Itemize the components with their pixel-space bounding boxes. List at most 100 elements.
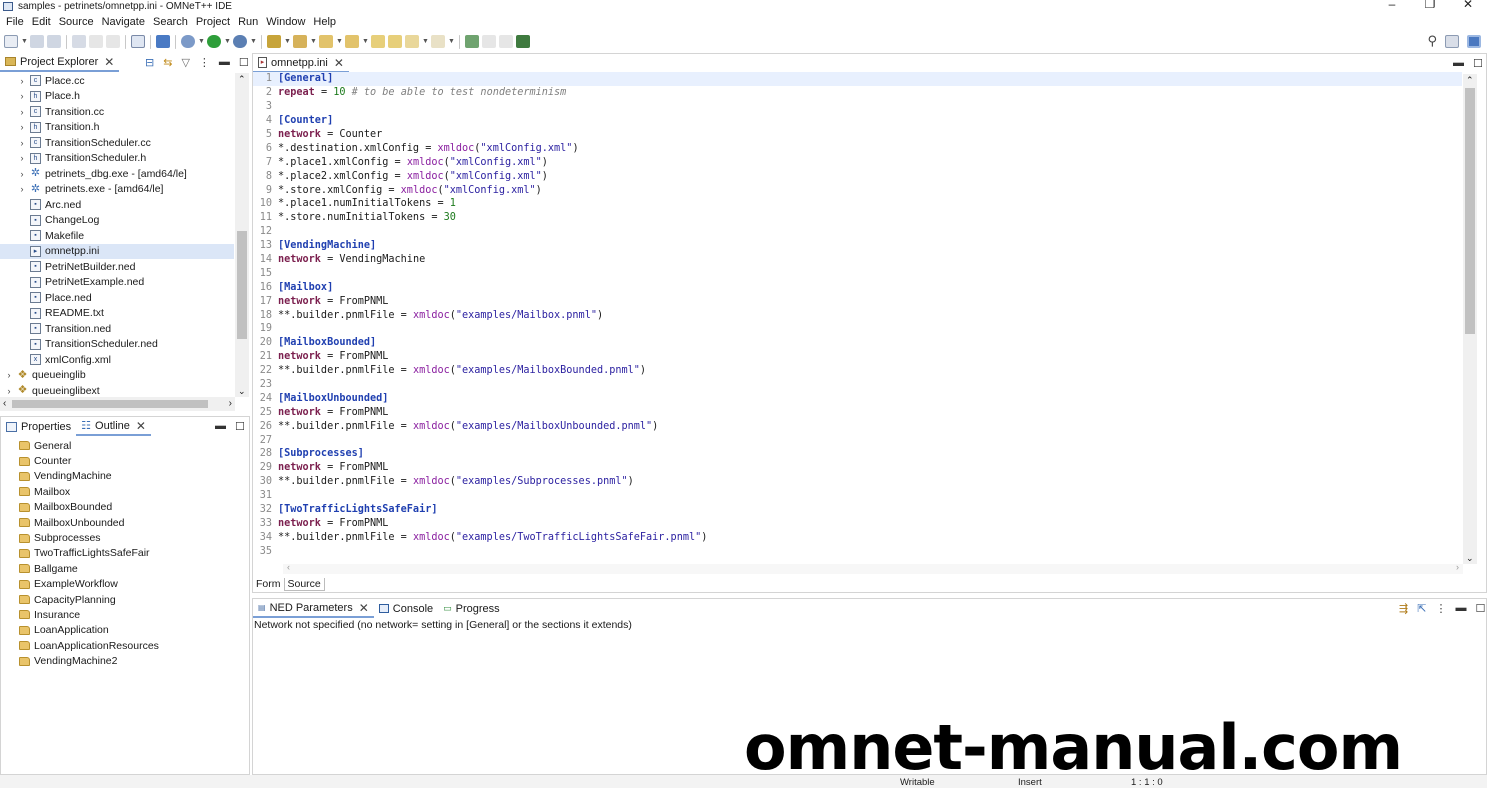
minimize-view-icon[interactable]: ▬	[1455, 602, 1466, 615]
next-annotation-icon[interactable]	[319, 35, 333, 48]
scrollbar-thumb[interactable]	[237, 231, 247, 339]
chevron-left-icon[interactable]: ‹	[287, 562, 290, 572]
tree-item[interactable]: ▪ Arc.ned	[0, 197, 234, 213]
minimize-view-icon[interactable]: ▬	[1453, 57, 1464, 70]
chevron-right-icon[interactable]: ›	[229, 398, 232, 409]
code-line[interactable]: 25 network = FromPNML	[253, 405, 1462, 419]
scrollbar-thumb[interactable]	[1465, 88, 1475, 334]
link-editor-icon[interactable]: ⇆	[163, 56, 172, 69]
code-line[interactable]: 34 **.builder.pnmlFile = xmldoc("examples…	[253, 530, 1462, 544]
code-line[interactable]: 8 *.place2.xmlConfig = xmldoc("xmlConfig.…	[253, 169, 1462, 183]
chevron-down-icon[interactable]: ▼	[448, 35, 455, 48]
restore-button[interactable]: ❐	[1411, 0, 1449, 11]
collapse-all-icon[interactable]: ⊟	[145, 56, 154, 69]
pen-icon[interactable]	[267, 35, 281, 48]
debug-icon[interactable]	[181, 35, 195, 48]
outline-item[interactable]: Ballgame	[1, 561, 249, 576]
print-icon[interactable]	[72, 35, 86, 48]
search-icon[interactable]: ⚲	[1427, 33, 1437, 49]
outline-item[interactable]: Mailbox	[1, 484, 249, 499]
tree-item[interactable]: › ✲ petrinets.exe - [amd64/le]	[0, 182, 234, 198]
explorer-vertical-scrollbar[interactable]: ⌃ ⌄	[235, 73, 249, 397]
chevron-down-icon[interactable]: ▼	[284, 35, 291, 48]
tree-item[interactable]: › h TransitionScheduler.h	[0, 151, 234, 167]
tree-item[interactable]: › ❖ queueinglib	[0, 368, 234, 384]
code-line[interactable]: 31	[253, 489, 1462, 503]
code-line[interactable]: 23	[253, 378, 1462, 392]
outline-item[interactable]: Insurance	[1, 607, 249, 622]
chevron-down-icon[interactable]: ▼	[224, 35, 231, 48]
view-menu-icon[interactable]: ⋮	[1435, 602, 1446, 615]
menu-file[interactable]: File	[2, 16, 28, 28]
chevron-right-icon[interactable]: ›	[17, 91, 27, 101]
outline-item[interactable]: Subprocesses	[1, 530, 249, 545]
outline-item[interactable]: VendingMachine2	[1, 653, 249, 668]
code-line[interactable]: 2 repeat = 10 # to be able to test nondet…	[253, 86, 1462, 100]
code-line[interactable]: 1 [General]	[253, 72, 1462, 86]
code-line[interactable]: 4 [Counter]	[253, 114, 1462, 128]
chevron-right-icon[interactable]: ›	[17, 184, 27, 194]
explorer-horizontal-scrollbar[interactable]: ‹ ›	[0, 397, 235, 411]
minimize-view-icon[interactable]: ▬	[219, 56, 230, 69]
outline-item[interactable]: Counter	[1, 453, 249, 468]
chevron-down-icon[interactable]: ▼	[198, 35, 205, 48]
code-line[interactable]: 16 [Mailbox]	[253, 280, 1462, 294]
maximize-view-icon[interactable]: ☐	[1473, 57, 1483, 70]
chevron-down-icon[interactable]: ▼	[310, 35, 317, 48]
tree-item[interactable]: › h Transition.h	[0, 120, 234, 136]
undo-icon[interactable]	[89, 35, 103, 48]
minimize-button[interactable]: –	[1373, 0, 1411, 11]
code-line[interactable]: 11 *.store.numInitialTokens = 30	[253, 211, 1462, 225]
tab-source[interactable]: Source	[283, 577, 325, 591]
scrollbar-thumb[interactable]	[12, 400, 208, 408]
chevron-down-icon[interactable]: ▼	[422, 35, 429, 48]
open-perspective-icon[interactable]	[1445, 34, 1459, 48]
code-editor[interactable]: 1 [General] 2 repeat = 10 # to be able to t…	[253, 72, 1462, 562]
code-line[interactable]: 7 *.place1.xmlConfig = xmldoc("xmlConfig.…	[253, 155, 1462, 169]
menu-window[interactable]: Window	[262, 16, 309, 28]
filter-icon[interactable]: ▽	[181, 56, 189, 69]
terminal-icon[interactable]	[156, 35, 170, 48]
code-line[interactable]: 14 network = VendingMachine	[253, 253, 1462, 267]
link-back-icon[interactable]	[482, 35, 496, 48]
jump-to-source-icon[interactable]: ⇶	[1399, 602, 1408, 615]
menu-navigate[interactable]: Navigate	[98, 16, 149, 28]
menu-run[interactable]: Run	[234, 16, 262, 28]
code-line[interactable]: 19	[253, 322, 1462, 336]
save-all-icon[interactable]	[47, 35, 61, 48]
tree-item[interactable]: ▪ Makefile	[0, 228, 234, 244]
close-icon[interactable]: ✕	[104, 55, 114, 69]
code-line[interactable]: 12	[253, 225, 1462, 239]
link-forward-icon[interactable]	[499, 35, 513, 48]
maximize-view-icon[interactable]: ☐	[235, 420, 245, 433]
code-line[interactable]: 26 **.builder.pnmlFile = xmldoc("examples…	[253, 419, 1462, 433]
tree-item[interactable]: › c TransitionScheduler.cc	[0, 135, 234, 151]
close-button[interactable]: ✕	[1449, 0, 1487, 11]
menu-edit[interactable]: Edit	[28, 16, 55, 28]
tab-ned-parameters[interactable]: ▤ NED Parameters ✕	[253, 599, 374, 618]
outline-item[interactable]: General	[1, 438, 249, 453]
pin-icon[interactable]	[516, 35, 530, 48]
new-ini-icon[interactable]	[131, 35, 145, 48]
chevron-down-icon[interactable]: ▼	[362, 35, 369, 48]
code-line[interactable]: 27	[253, 433, 1462, 447]
tree-item[interactable]: ▪ Place.ned	[0, 290, 234, 306]
maximize-view-icon[interactable]: ☐	[1475, 602, 1485, 615]
chevron-down-icon[interactable]: ⌄	[1466, 553, 1474, 564]
forward-edit-icon[interactable]	[388, 35, 402, 48]
chevron-right-icon[interactable]: ›	[17, 107, 27, 117]
tab-project-explorer[interactable]: Project Explorer ✕	[0, 53, 120, 72]
code-line[interactable]: 17 network = FromPNML	[253, 294, 1462, 308]
close-icon[interactable]: ✕	[334, 56, 344, 70]
code-line[interactable]: 13 [VendingMachine]	[253, 239, 1462, 253]
code-line[interactable]: 21 network = FromPNML	[253, 350, 1462, 364]
open-folder-icon[interactable]	[293, 35, 307, 48]
tab-progress[interactable]: ▭ Progress	[438, 599, 505, 618]
code-line[interactable]: 3	[253, 100, 1462, 114]
outline-item[interactable]: CapacityPlanning	[1, 592, 249, 607]
code-line[interactable]: 33 network = FromPNML	[253, 517, 1462, 531]
tab-outline[interactable]: ☷ Outline ✕	[76, 417, 151, 436]
editor-vertical-scrollbar[interactable]: ⌃ ⌄	[1463, 74, 1477, 564]
close-icon[interactable]: ✕	[359, 601, 369, 615]
tree-item[interactable]: ▪ TransitionScheduler.ned	[0, 337, 234, 353]
